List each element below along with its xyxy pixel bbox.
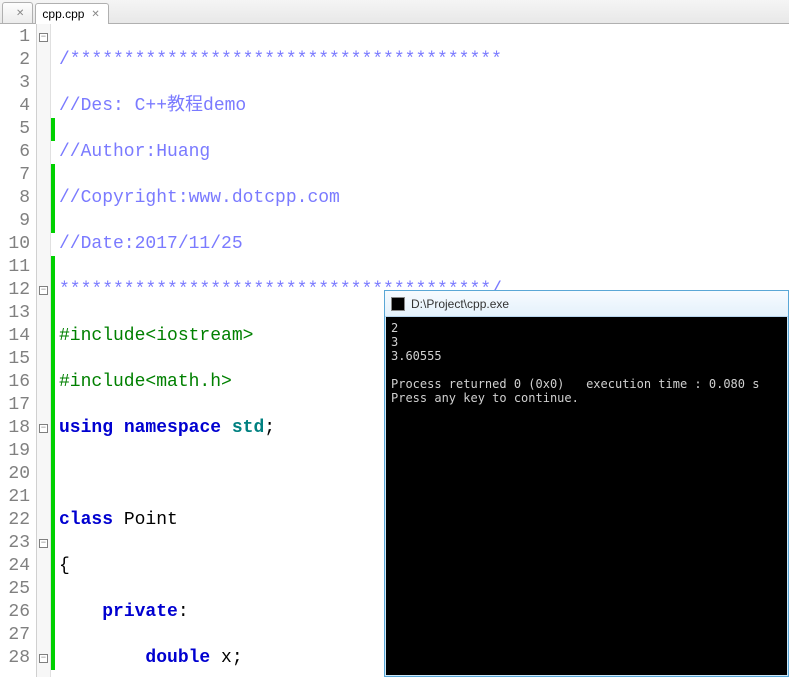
line-number: 21 [0, 486, 30, 509]
code-text: #include<iostream> [59, 326, 253, 346]
tab-bar: ✕ cpp.cpp ✕ [0, 0, 789, 24]
line-number: 10 [0, 233, 30, 256]
fold-toggle[interactable]: − [37, 532, 50, 555]
line-number: 20 [0, 463, 30, 486]
code-text: double [145, 648, 210, 668]
line-number: 2 [0, 49, 30, 72]
code-text: //Des: C++教程demo [59, 96, 246, 116]
line-number: 8 [0, 187, 30, 210]
console-window[interactable]: D:\Project\cpp.exe 2 3 3.60555 Process r… [384, 290, 789, 677]
line-number-gutter: 1 2 3 4 5 6 7 8 9 10 11 12 13 14 15 16 1… [0, 24, 37, 677]
code-text: namespace [124, 418, 221, 438]
code-text: //Author:Huang [59, 142, 210, 162]
line-number: 27 [0, 624, 30, 647]
console-line: 3.60555 [391, 349, 442, 363]
console-icon [391, 297, 405, 311]
console-line: Press any key to continue. [391, 391, 579, 405]
code-text: { [59, 556, 70, 576]
line-number: 19 [0, 440, 30, 463]
line-number: 11 [0, 256, 30, 279]
line-number: 15 [0, 348, 30, 371]
close-icon[interactable]: ✕ [14, 8, 26, 19]
code-text: private [102, 602, 178, 622]
line-number: 25 [0, 578, 30, 601]
code-text: class [59, 510, 113, 530]
code-text: #include<math.h> [59, 372, 232, 392]
line-number: 13 [0, 302, 30, 325]
line-number: 1 [0, 26, 30, 49]
line-number: 18 [0, 417, 30, 440]
code-text: ; [264, 418, 275, 438]
console-line: Process returned 0 (0x0) execution time … [391, 377, 759, 391]
line-number: 3 [0, 72, 30, 95]
code-text: using [59, 418, 113, 438]
line-number: 24 [0, 555, 30, 578]
line-number: 16 [0, 371, 30, 394]
code-text: //Copyright:www.dotcpp.com [59, 188, 340, 208]
code-text: : [178, 602, 189, 622]
tab-cpp[interactable]: cpp.cpp ✕ [35, 3, 108, 24]
code-text: Point [113, 510, 178, 530]
code-text: //Date:2017/11/25 [59, 234, 243, 254]
line-number: 7 [0, 164, 30, 187]
console-output: 2 3 3.60555 Process returned 0 (0x0) exe… [385, 317, 788, 409]
fold-toggle[interactable]: − [37, 279, 50, 302]
console-line: 2 [391, 321, 398, 335]
tab-label: cpp.cpp [42, 7, 84, 21]
code-text: std [232, 418, 264, 438]
line-number: 12 [0, 279, 30, 302]
line-number: 6 [0, 141, 30, 164]
console-line: 3 [391, 335, 398, 349]
line-number: 14 [0, 325, 30, 348]
line-number: 4 [0, 95, 30, 118]
fold-toggle[interactable]: − [37, 26, 50, 49]
line-number: 22 [0, 509, 30, 532]
fold-toggle[interactable]: − [37, 417, 50, 440]
fold-column: − − − − − [37, 24, 51, 677]
line-number: 23 [0, 532, 30, 555]
line-number: 26 [0, 601, 30, 624]
code-text: /***************************************… [59, 50, 502, 70]
tab-unknown[interactable]: ✕ [2, 2, 33, 23]
code-text: x; [210, 648, 242, 668]
line-number: 28 [0, 647, 30, 670]
line-number: 17 [0, 394, 30, 417]
line-number: 9 [0, 210, 30, 233]
close-icon[interactable]: ✕ [89, 9, 101, 20]
fold-toggle[interactable]: − [37, 647, 50, 670]
console-titlebar[interactable]: D:\Project\cpp.exe [385, 291, 788, 317]
console-title-text: D:\Project\cpp.exe [411, 297, 509, 311]
line-number: 5 [0, 118, 30, 141]
